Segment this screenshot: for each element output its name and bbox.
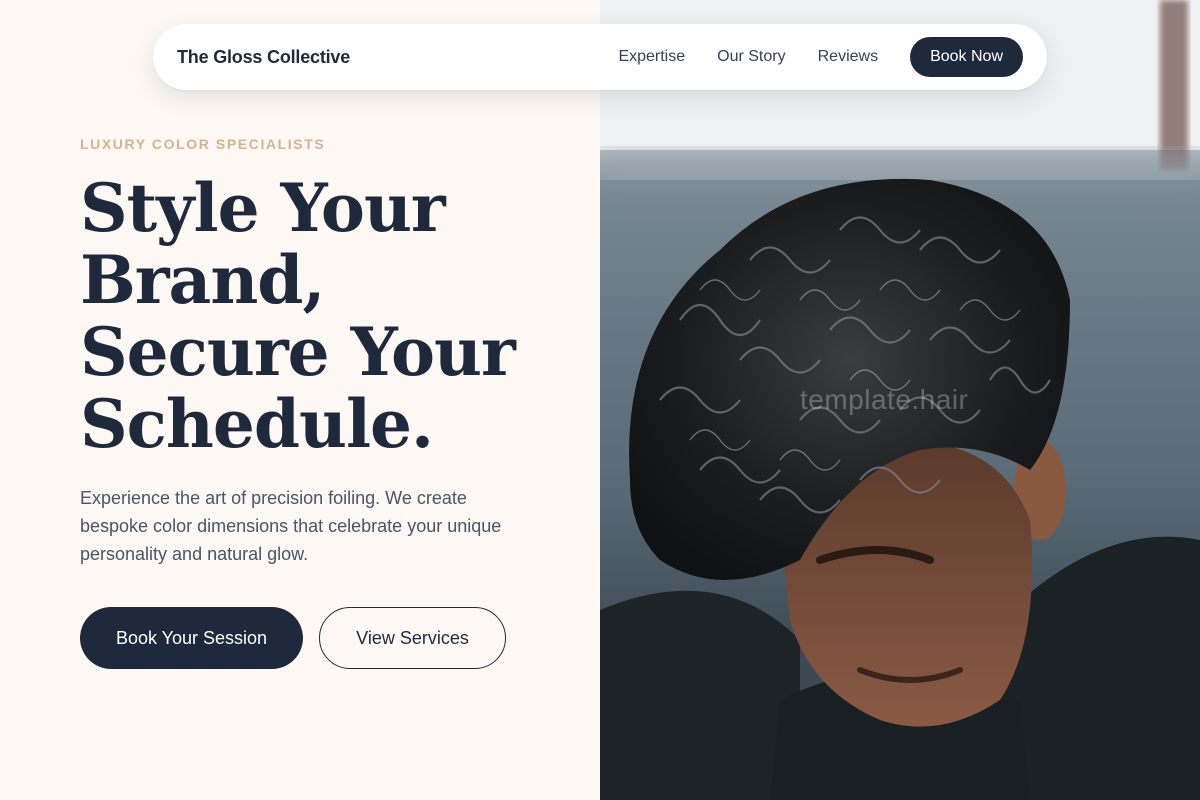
view-services-button[interactable]: View Services xyxy=(319,607,506,669)
top-navbar: The Gloss Collective Expertise Our Story… xyxy=(153,24,1047,90)
nav-link-our-story[interactable]: Our Story xyxy=(717,48,785,66)
hero-left-panel: LUXURY COLOR SPECIALISTS Style Your Bran… xyxy=(0,0,600,800)
headline-line: Secure Your xyxy=(80,313,516,391)
book-now-button[interactable]: Book Now xyxy=(910,37,1023,77)
brand-logo[interactable]: The Gloss Collective xyxy=(177,47,350,68)
photo-watermark: template.hair xyxy=(800,384,969,415)
headline-line: Brand, xyxy=(80,241,325,319)
nav-link-reviews[interactable]: Reviews xyxy=(818,48,878,66)
book-session-button[interactable]: Book Your Session xyxy=(80,607,303,669)
headline-line: Schedule. xyxy=(80,385,434,463)
hero-eyebrow: LUXURY COLOR SPECIALISTS xyxy=(80,136,326,152)
nav-link-expertise[interactable]: Expertise xyxy=(618,48,685,66)
hero-photo: template.hair xyxy=(600,0,1200,800)
hero-description: Experience the art of precision foiling.… xyxy=(80,488,502,564)
nav-links: Expertise Our Story Reviews Book Now xyxy=(618,37,1023,77)
hero-headline: Style Your Brand, Secure Your Schedule. xyxy=(80,172,580,460)
headline-line: Style Your xyxy=(80,169,446,247)
